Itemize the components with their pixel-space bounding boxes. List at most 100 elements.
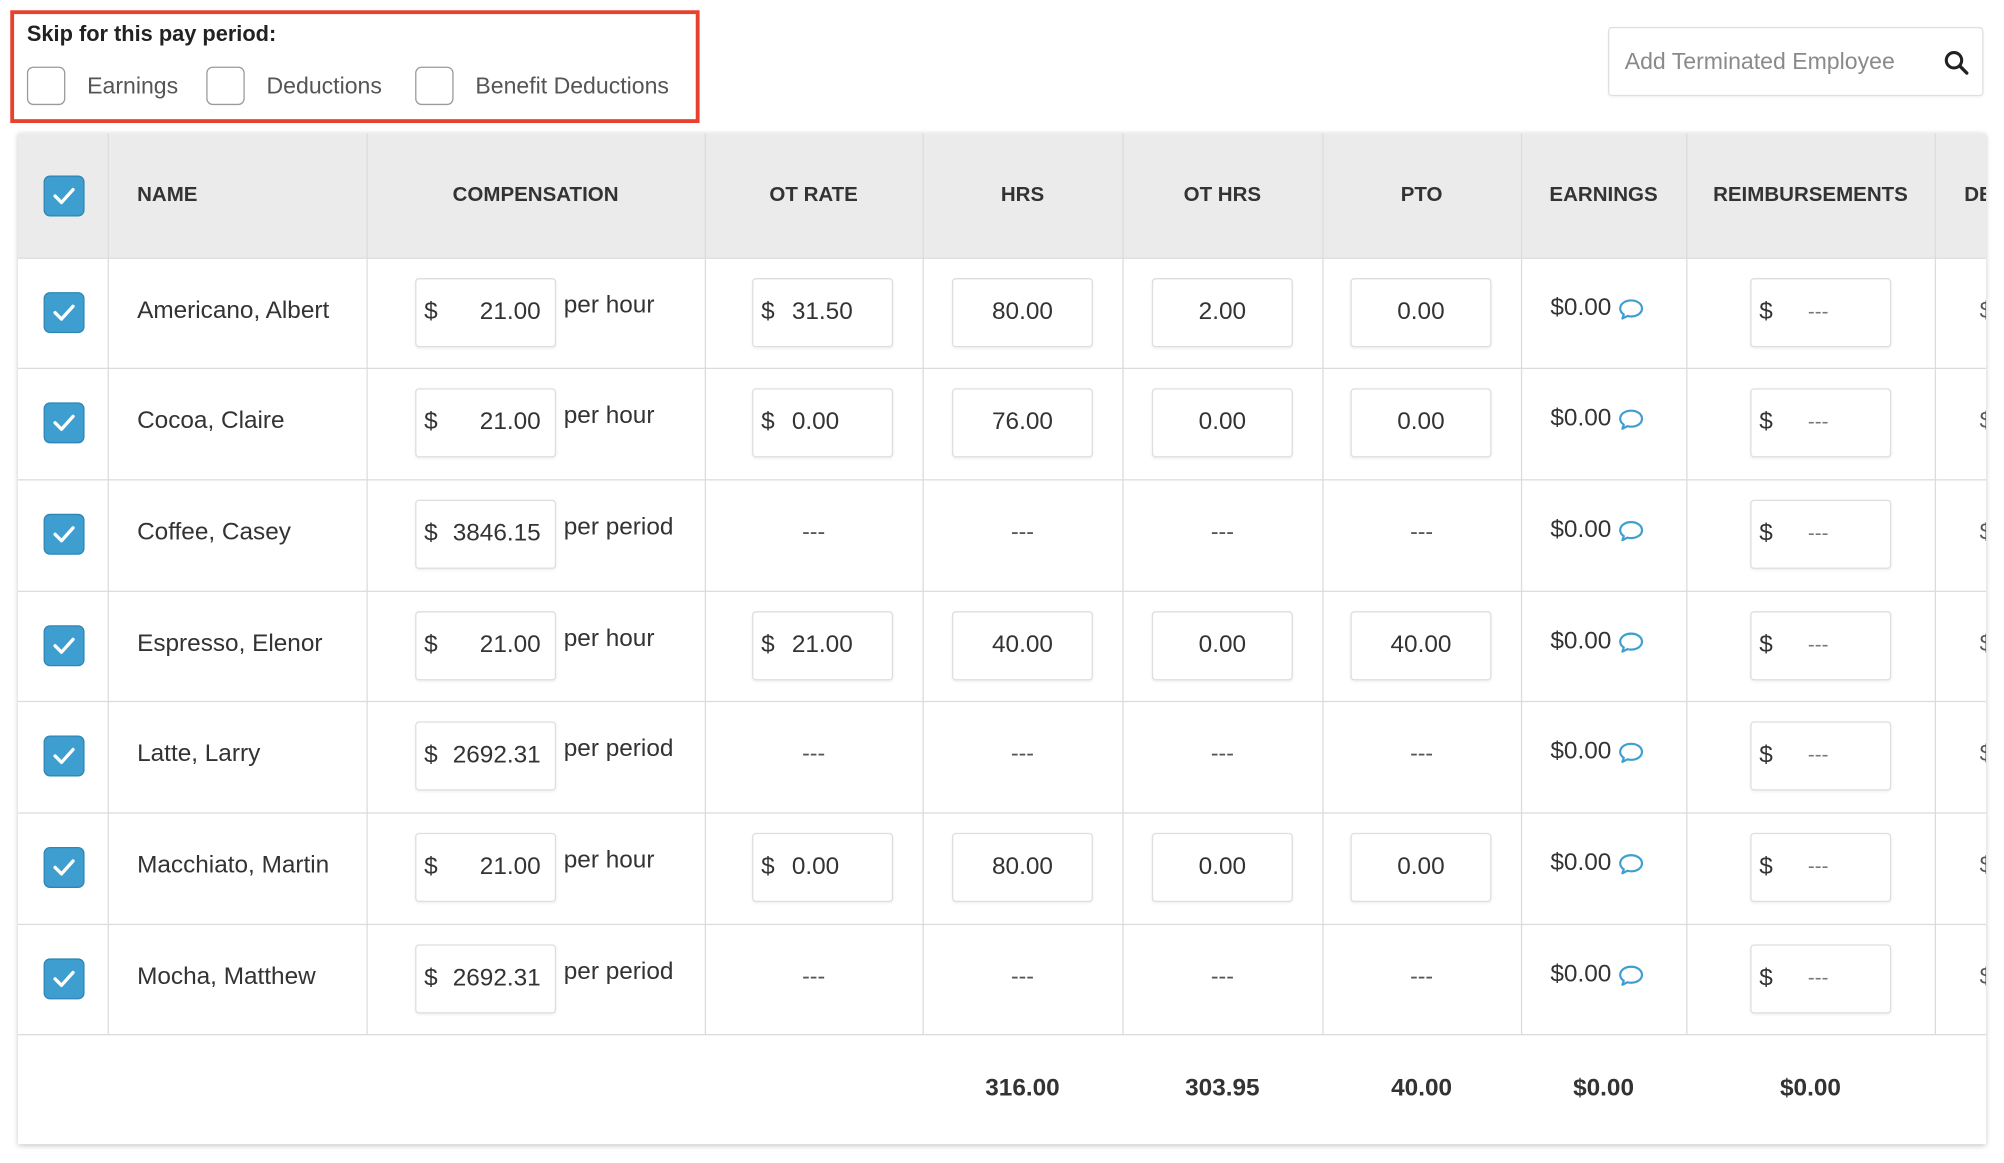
comment-icon[interactable]	[1618, 298, 1644, 320]
ot-rate-value[interactable]: 0.00	[792, 853, 839, 881]
ot-rate-input[interactable]: $21.00	[752, 611, 894, 681]
row-select-checkbox[interactable]	[43, 402, 85, 444]
skip-benefit-deductions-label[interactable]: Benefit Deductions	[475, 72, 669, 99]
pto-input[interactable]: 0.00	[1350, 278, 1492, 348]
ot-rate-value[interactable]: 21.00	[792, 632, 853, 660]
row-select-checkbox[interactable]	[43, 513, 85, 555]
ot-rate-value[interactable]: 31.50	[792, 299, 853, 327]
skip-benefit-deductions-checkbox[interactable]	[415, 66, 454, 106]
ot-hrs-value[interactable]: 0.00	[1153, 853, 1291, 881]
comment-icon[interactable]	[1618, 408, 1644, 430]
ot-rate-input[interactable]: $0.00	[752, 832, 894, 903]
header-earnings[interactable]: EARNINGS	[1521, 133, 1686, 257]
hrs-value[interactable]: 40.00	[953, 632, 1091, 660]
currency-symbol: $	[761, 853, 775, 881]
reimbursements-input[interactable]: $ ---	[1750, 388, 1892, 458]
compensation-input[interactable]: $21.00	[415, 611, 557, 681]
reimbursements-value[interactable]: ---	[1808, 301, 1828, 324]
ot-rate-input[interactable]: $0.00	[752, 388, 894, 458]
add-terminated-employee-input[interactable]	[1609, 28, 1930, 95]
ot-hrs-input[interactable]: 0.00	[1151, 388, 1293, 458]
reimbursements-input[interactable]: $ ---	[1750, 611, 1892, 681]
row-select-checkbox[interactable]	[43, 735, 85, 777]
skip-earnings-option[interactable]: Earnings	[26, 66, 178, 106]
skip-earnings-label[interactable]: Earnings	[87, 72, 178, 99]
hrs-input[interactable]: 80.00	[952, 278, 1093, 348]
pto-input[interactable]: 0.00	[1350, 832, 1492, 903]
skip-earnings-checkbox[interactable]	[26, 66, 66, 106]
header-reimbursements[interactable]: REIMBURSEMENTS	[1686, 133, 1935, 257]
skip-deductions-option[interactable]: Deductions	[206, 66, 382, 106]
compensation-unit: per period	[563, 735, 674, 763]
header-pto[interactable]: PTO	[1322, 133, 1521, 257]
header-ot-rate[interactable]: OT RATE	[705, 133, 923, 257]
compensation-input[interactable]: $2692.31	[415, 721, 557, 791]
row-select-checkbox[interactable]	[43, 625, 85, 667]
skip-benefit-deductions-option[interactable]: Benefit Deductions	[415, 66, 669, 106]
comment-icon[interactable]	[1618, 520, 1644, 542]
header-ot-hrs[interactable]: OT HRS	[1122, 133, 1322, 257]
hrs-value[interactable]: 80.00	[953, 853, 1091, 881]
ot-rate-value[interactable]: 0.00	[792, 409, 839, 437]
reimbursements-input[interactable]: $ ---	[1750, 499, 1892, 569]
hrs-input[interactable]: 80.00	[952, 832, 1093, 903]
compensation-value[interactable]: 2692.31	[453, 965, 541, 993]
header-hrs[interactable]: HRS	[923, 133, 1123, 257]
comment-icon[interactable]	[1618, 964, 1644, 986]
ot-hrs-value[interactable]: 2.00	[1153, 299, 1291, 327]
search-icon[interactable]	[1944, 50, 1970, 76]
compensation-value[interactable]: 2692.31	[453, 742, 541, 770]
pto-value[interactable]: 0.00	[1352, 299, 1490, 327]
pto-input[interactable]: 40.00	[1350, 611, 1492, 681]
ot-hrs-value[interactable]: 0.00	[1153, 632, 1291, 660]
hrs-value[interactable]: 76.00	[953, 409, 1091, 437]
header-next-column-partial[interactable]: DE	[1964, 133, 1986, 257]
hrs-value[interactable]: 80.00	[953, 299, 1091, 327]
comment-icon[interactable]	[1618, 631, 1644, 653]
currency-symbol: $	[1759, 964, 1773, 992]
reimbursements-input[interactable]: $ ---	[1750, 832, 1892, 903]
reimbursements-value[interactable]: ---	[1808, 967, 1828, 990]
skip-deductions-label[interactable]: Deductions	[267, 72, 382, 99]
hrs-input[interactable]: 40.00	[952, 611, 1093, 681]
compensation-input[interactable]: $3846.15	[415, 499, 557, 569]
hrs-input[interactable]: 76.00	[952, 388, 1093, 458]
ot-hrs-input[interactable]: 2.00	[1151, 278, 1293, 348]
row-select-checkbox[interactable]	[43, 846, 85, 888]
compensation-input[interactable]: $2692.31	[415, 944, 557, 1014]
compensation-value[interactable]: 3846.15	[453, 520, 541, 548]
header-name[interactable]: NAME	[137, 133, 197, 257]
compensation-value[interactable]: 21.00	[480, 299, 541, 327]
ot-rate-input[interactable]: $31.50	[752, 278, 894, 348]
compensation-input[interactable]: $21.00	[415, 832, 557, 903]
comment-icon[interactable]	[1618, 853, 1644, 875]
row-select-checkbox[interactable]	[43, 958, 85, 1000]
skip-deductions-checkbox[interactable]	[206, 66, 245, 106]
compensation-input[interactable]: $21.00	[415, 278, 557, 348]
reimbursements-value[interactable]: ---	[1808, 411, 1828, 434]
ot-hrs-input[interactable]: 0.00	[1151, 611, 1293, 681]
select-all-checkbox[interactable]	[43, 175, 85, 217]
compensation-value[interactable]: 21.00	[480, 409, 541, 437]
reimbursements-input[interactable]: $ ---	[1750, 944, 1892, 1014]
reimbursements-value[interactable]: ---	[1808, 523, 1828, 546]
reimbursements-value[interactable]: ---	[1808, 744, 1828, 767]
reimbursements-value[interactable]: ---	[1808, 856, 1828, 879]
compensation-value[interactable]: 21.00	[480, 853, 541, 881]
pto-value[interactable]: 40.00	[1352, 632, 1490, 660]
pto-value[interactable]: 0.00	[1352, 853, 1490, 881]
reimbursements-value[interactable]: ---	[1808, 634, 1828, 657]
pto-value[interactable]: 0.00	[1352, 409, 1490, 437]
header-compensation[interactable]: COMPENSATION	[366, 133, 704, 257]
compensation-value[interactable]: 21.00	[480, 632, 541, 660]
earnings-value: $0.00	[1550, 516, 1612, 544]
row-select-checkbox[interactable]	[43, 292, 85, 334]
ot-hrs-value[interactable]: 0.00	[1153, 409, 1291, 437]
reimbursements-input[interactable]: $ ---	[1750, 721, 1892, 791]
ot-hrs-input[interactable]: 0.00	[1151, 832, 1293, 903]
pto-input[interactable]: 0.00	[1350, 388, 1492, 458]
compensation-input[interactable]: $21.00	[415, 388, 557, 458]
comment-icon[interactable]	[1618, 741, 1644, 763]
reimbursements-input[interactable]: $ ---	[1750, 278, 1892, 348]
add-terminated-employee-search[interactable]	[1608, 26, 1984, 97]
